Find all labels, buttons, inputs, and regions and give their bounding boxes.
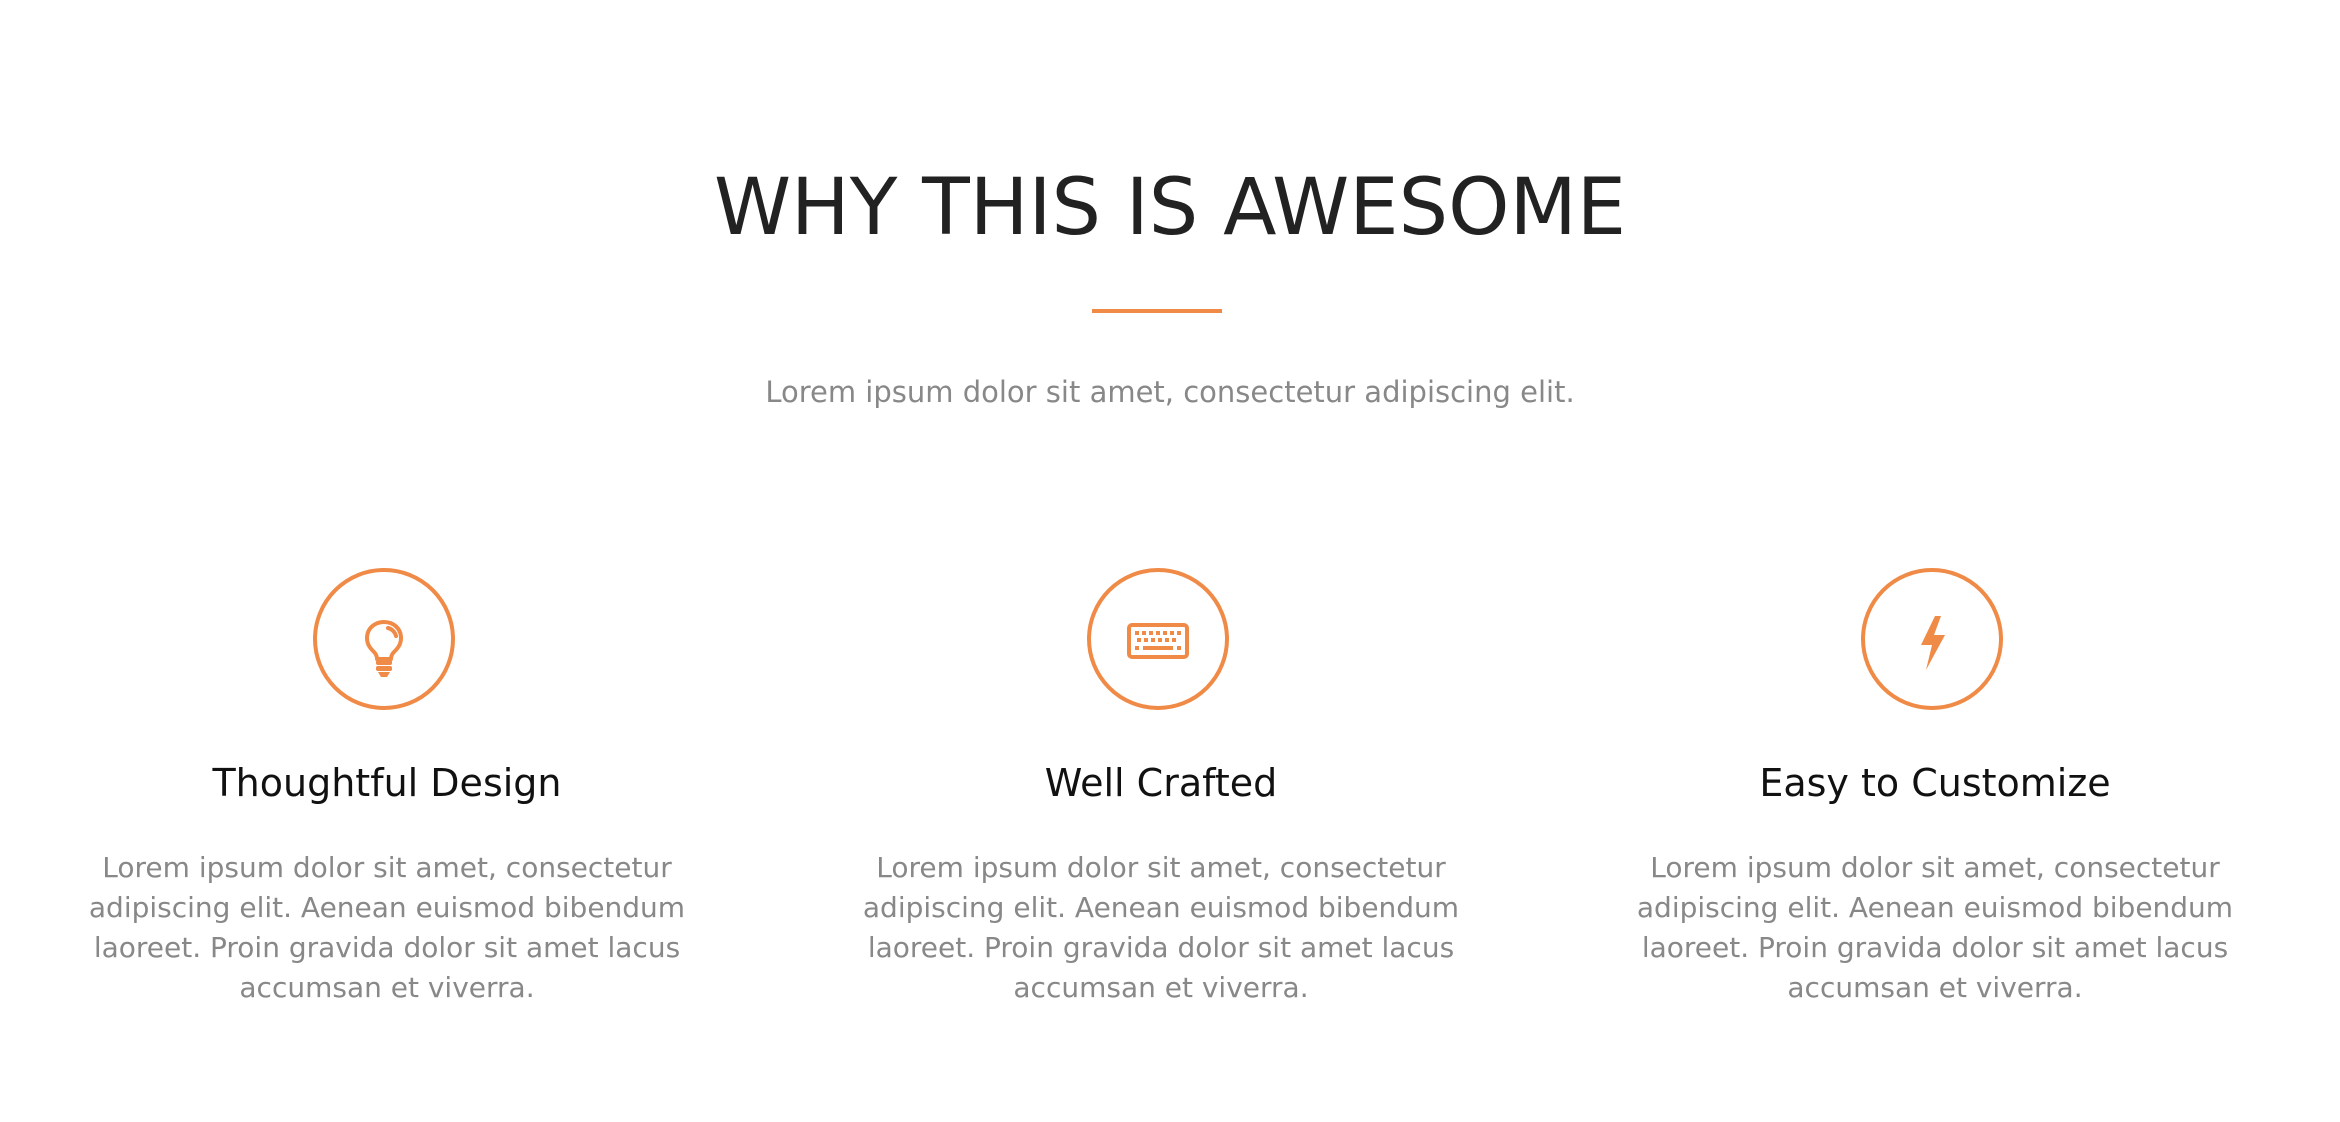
- feature-description: Lorem ipsum dolor sit amet, consectetur …: [1636, 851, 2234, 1004]
- feature-description: Lorem ipsum dolor sit amet, consectetur …: [88, 851, 686, 1004]
- lightning-bolt-icon: [1861, 568, 2003, 710]
- feature-title: Thoughtful Design: [212, 761, 562, 805]
- section-subtitle: Lorem ipsum dolor sit amet, consectetur …: [765, 375, 1575, 409]
- title-divider: [1092, 309, 1222, 313]
- feature-title: Easy to Customize: [1759, 761, 2111, 805]
- keyboard-icon: [1087, 568, 1229, 710]
- feature-description: Lorem ipsum dolor sit amet, consectetur …: [862, 851, 1460, 1004]
- features-section: WHY THIS IS AWESOME Lorem ipsum dolor si…: [0, 0, 2340, 1122]
- feature-title: Well Crafted: [1044, 761, 1278, 805]
- section-title: WHY THIS IS AWESOME: [713, 163, 1627, 253]
- lightbulb-icon: [313, 568, 455, 710]
